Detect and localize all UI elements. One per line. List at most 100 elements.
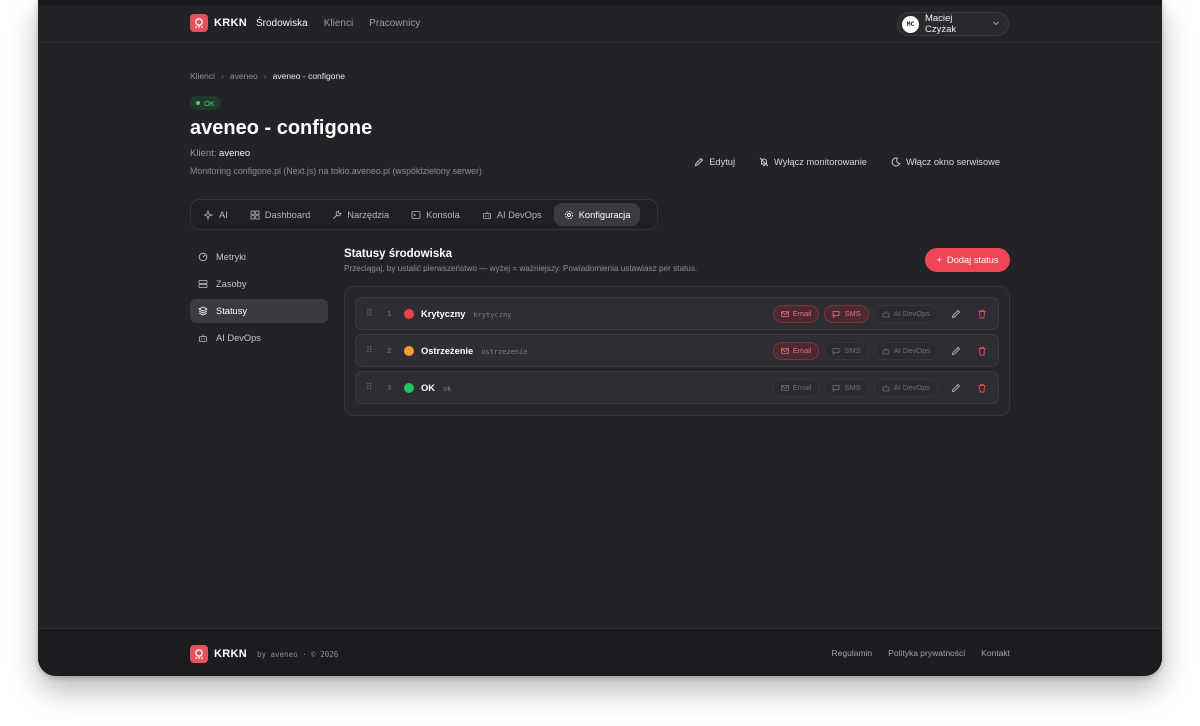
chevron-right-icon: ›: [263, 71, 267, 81]
footer-link-regulamin[interactable]: Regulamin: [832, 648, 873, 658]
page-title: aveneo - configone: [190, 117, 373, 139]
edit-label: Edytuj: [709, 157, 736, 167]
sms-toggle-label: SMS: [844, 383, 861, 392]
status-dot-icon: [196, 101, 200, 105]
chevron-right-icon: ›: [221, 71, 224, 81]
ai-toggle[interactable]: AI DevOps: [873, 304, 938, 323]
pencil-icon: [695, 157, 704, 167]
tab-narzedzia-label: Narzędzia: [347, 209, 390, 220]
client-label: Klient:: [190, 148, 217, 159]
sparkles-icon: [204, 209, 214, 220]
disable-monitoring-button[interactable]: Wyłącz monitorowanie: [759, 157, 867, 167]
add-status-button[interactable]: + Dodaj status: [925, 248, 1010, 272]
sidebar-item-ai-devops[interactable]: AI DevOps: [190, 326, 328, 350]
email-toggle[interactable]: Email: [772, 304, 820, 323]
message-icon: [832, 384, 840, 392]
edit-button[interactable]: Edytuj: [694, 157, 735, 167]
gear-icon: [564, 210, 573, 219]
status-name-cell: Krytyczny krytyczny: [421, 309, 511, 319]
status-row[interactable]: ⠿ 3 OK ok Email SMS AI DevOps: [355, 371, 999, 404]
moon-icon: [891, 157, 901, 167]
user-menu-button[interactable]: MC Maciej Czyżak: [897, 12, 1009, 36]
email-toggle[interactable]: Email: [772, 378, 820, 397]
trash-icon: [977, 346, 987, 356]
delete-status-button[interactable]: [974, 343, 990, 359]
robot-icon: [882, 310, 890, 318]
nav-klienci[interactable]: Klienci: [324, 18, 353, 29]
app-window: KRKN Środowiska Klienci Pracownicy MC Ma…: [38, 0, 1162, 676]
drag-handle-icon[interactable]: ⠿: [366, 382, 373, 393]
email-toggle-label: Email: [792, 309, 812, 318]
edit-status-button[interactable]: [948, 343, 964, 359]
status-key: ostrzezenie: [481, 347, 528, 356]
status-row[interactable]: ⠿ 2 Ostrzeżenie ostrzezenie Email SMS AI DevOp…: [355, 334, 999, 367]
status-color-dot: [404, 382, 414, 393]
status-badge: OK: [190, 96, 221, 110]
email-toggle[interactable]: Email: [772, 341, 820, 360]
drag-handle-icon[interactable]: ⠿: [366, 308, 373, 319]
bell-off-icon: [759, 157, 769, 167]
ai-toggle[interactable]: AI DevOps: [873, 378, 938, 397]
page-description: Monitoring configone.pl (Next.js) na tok…: [190, 166, 482, 176]
breadcrumb-current: aveneo - configone: [272, 71, 345, 81]
edit-status-button[interactable]: [948, 306, 964, 322]
sidebar-item-statusy[interactable]: Statusy: [190, 299, 328, 323]
status-color-dot: [404, 345, 414, 356]
sidebar-item-metryki[interactable]: Metryki: [190, 245, 328, 269]
breadcrumb-klienci[interactable]: Klienci: [190, 71, 215, 81]
email-toggle-label: Email: [792, 346, 812, 355]
robot-icon: [882, 347, 890, 355]
nav-pracownicy[interactable]: Pracownicy: [369, 18, 420, 29]
main-nav: Środowiska Klienci Pracownicy: [256, 18, 420, 29]
status-row[interactable]: ⠿ 1 Krytyczny krytyczny Email SMS AI DevOps: [355, 297, 999, 330]
trash-icon: [977, 309, 987, 319]
status-key: ok: [442, 384, 452, 393]
status-name-cell: OK ok: [421, 383, 451, 393]
sidebar-item-label: Zasoby: [216, 279, 247, 289]
footer-link-kontakt[interactable]: Kontakt: [981, 648, 1010, 658]
ai-toggle-label: AI DevOps: [893, 383, 930, 392]
footer-links: Regulamin Polityka prywatności Kontakt: [832, 648, 1010, 658]
drag-handle-icon[interactable]: ⠿: [366, 345, 373, 356]
sms-toggle[interactable]: SMS: [824, 341, 869, 360]
footer-logo[interactable]: KRKN by aveneo · © 2026: [190, 645, 338, 663]
sidebar-item-zasoby[interactable]: Zasoby: [190, 272, 328, 296]
tab-narzedzia[interactable]: Narzędzia: [322, 203, 399, 226]
delete-status-button[interactable]: [974, 380, 990, 396]
tab-dashboard[interactable]: Dashboard: [240, 203, 320, 226]
status-index: 3: [387, 383, 392, 392]
tab-konfiguracja[interactable]: Konfiguracja: [553, 203, 641, 226]
chevron-down-icon: [992, 19, 1000, 29]
status-index: 2: [387, 346, 392, 355]
client-name[interactable]: aveneo: [219, 148, 250, 159]
edit-status-button[interactable]: [948, 380, 964, 396]
delete-status-button[interactable]: [974, 306, 990, 322]
sms-toggle[interactable]: SMS: [824, 378, 869, 397]
breadcrumb-client[interactable]: aveneo: [230, 71, 258, 81]
section-title: Statusy środowiska: [344, 248, 453, 260]
ai-toggle[interactable]: AI DevOps: [873, 341, 938, 360]
footer-byline: by aveneo · © 2026: [256, 649, 339, 659]
ai-toggle-label: AI DevOps: [893, 346, 930, 355]
krkn-logo-icon: [190, 645, 208, 663]
tab-ai-devops-label: AI DevOps: [496, 209, 542, 220]
disable-monitoring-label: Wyłącz monitorowanie: [774, 157, 867, 167]
tab-ai[interactable]: AI: [194, 203, 238, 226]
footer-link-polityka[interactable]: Polityka prywatności: [888, 648, 965, 658]
app-name: KRKN: [214, 17, 247, 29]
tab-ai-label: AI: [219, 209, 228, 220]
status-color-dot: [404, 308, 414, 319]
gauge-icon: [198, 252, 208, 262]
tab-konsola[interactable]: Konsola: [401, 203, 470, 226]
app-logo[interactable]: KRKN: [190, 14, 247, 32]
sidebar-item-label: Statusy: [216, 306, 248, 316]
status-name: OK: [421, 382, 435, 393]
sms-toggle[interactable]: SMS: [824, 304, 869, 323]
enable-maintenance-button[interactable]: Włącz okno serwisowe: [891, 157, 1000, 167]
tab-bar: AI Dashboard Narzędzia Konsola AI DevOps…: [190, 199, 658, 230]
tab-ai-devops[interactable]: AI DevOps: [472, 203, 552, 226]
status-badge-label: OK: [204, 98, 215, 108]
nav-srodowiska[interactable]: Środowiska: [256, 18, 308, 29]
add-status-label: Dodaj status: [946, 255, 999, 265]
mail-icon: [780, 310, 789, 318]
